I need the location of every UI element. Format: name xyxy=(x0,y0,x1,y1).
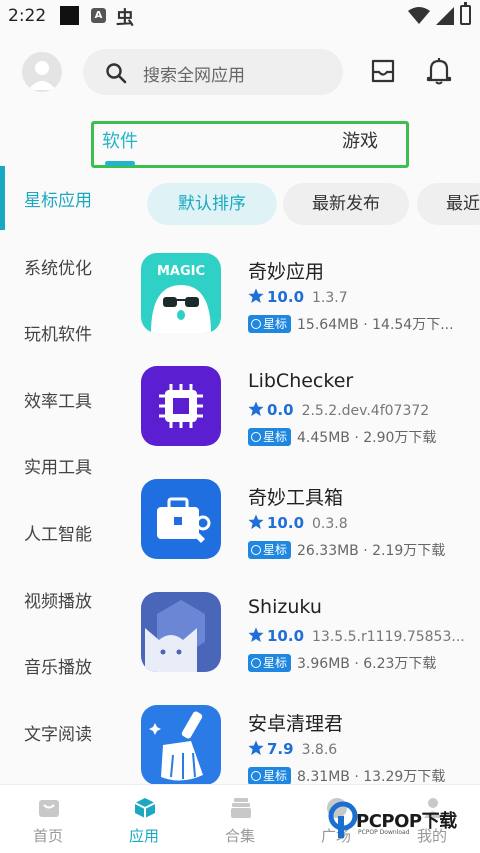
app-rating-row: 7.9 3.8.6 xyxy=(248,739,337,759)
signal-icon xyxy=(436,7,454,25)
star-icon xyxy=(248,514,264,529)
app-list-item[interactable]: 安卓清理君 7.9 3.8.6 星标 8.31MB · 13.29万下载 xyxy=(141,705,480,790)
magic-app-icon: MAGIC xyxy=(141,253,221,333)
user-avatar-icon xyxy=(28,61,56,90)
bell-icon[interactable] xyxy=(425,56,453,86)
badge-icon xyxy=(251,545,261,555)
tab-indicator xyxy=(105,161,135,166)
starred-badge: 星标 xyxy=(248,428,292,446)
inbox-icon[interactable] xyxy=(369,57,397,85)
starred-badge: 星标 xyxy=(248,315,292,333)
sidebar-item-reading[interactable]: 文字阅读 xyxy=(24,720,92,745)
app-list-item[interactable]: Shizuku 10.0 13.5.5.r1119.75853... 星标 3.96… xyxy=(141,592,480,677)
app-list-item[interactable]: LibChecker 0.0 2.5.2.dev.4f07372 星标 4.45MB… xyxy=(141,366,480,451)
sidebar-item-music[interactable]: 音乐播放 xyxy=(24,653,92,678)
app-size-downloads: 26.33MB · 2.19万下载 xyxy=(297,543,446,559)
sidebar-item-ai[interactable]: 人工智能 xyxy=(24,520,92,545)
sidebar-active-indicator xyxy=(0,166,5,230)
toolbox-app-icon xyxy=(141,479,221,559)
app-name: 奇妙应用 xyxy=(248,261,325,283)
app-name: LibChecker xyxy=(248,370,354,392)
app-version: 1.3.7 xyxy=(312,290,348,306)
badge-icon xyxy=(251,658,261,668)
badge-icon xyxy=(251,319,261,329)
sort-newest-chip[interactable]: 最新发布 xyxy=(283,183,409,225)
pcpop-logo-icon xyxy=(328,801,358,838)
watermark-subtext: PCPOP Download xyxy=(358,829,410,836)
notification-square-icon xyxy=(60,6,79,25)
star-icon xyxy=(248,627,264,642)
app-name: 奇妙工具箱 xyxy=(248,487,344,509)
app-meta-row: 星标 4.45MB · 2.90万下载 xyxy=(248,427,478,447)
magic-icon-text: MAGIC xyxy=(157,264,205,279)
tab-software[interactable]: 软件 xyxy=(102,127,138,153)
app-rating: 0.0 xyxy=(267,401,294,419)
starred-badge: 星标 xyxy=(248,767,292,785)
app-meta-row: 星标 15.64MB · 14.54万下... xyxy=(248,314,478,334)
app-rating: 10.0 xyxy=(267,288,305,306)
app-meta-row: 星标 26.33MB · 2.19万下载 xyxy=(248,540,478,560)
home-icon xyxy=(39,800,59,817)
sort-default-chip[interactable]: 默认排序 xyxy=(147,183,277,225)
nav-apps[interactable]: 应用 xyxy=(96,785,192,853)
app-rating: 10.0 xyxy=(267,514,305,532)
app-rating-row: 0.0 2.5.2.dev.4f07372 xyxy=(248,400,429,420)
shizuku-app-icon xyxy=(141,592,221,672)
sort-recent-chip[interactable]: 最近 xyxy=(417,183,480,225)
app-version: 3.8.6 xyxy=(301,742,338,758)
app-version: 13.5.5.r1119.75853... xyxy=(312,629,465,645)
sidebar-item-system-optimize[interactable]: 系统优化 xyxy=(24,254,92,279)
avatar[interactable] xyxy=(22,52,62,92)
sidebar-item-efficiency[interactable]: 效率工具 xyxy=(24,387,92,412)
app-rating: 7.9 xyxy=(267,740,294,758)
app-size-downloads: 15.64MB · 14.54万下... xyxy=(297,317,454,333)
status-bar: 2:22 A 虫 xyxy=(0,0,480,34)
status-time: 2:22 xyxy=(8,6,47,26)
notification-a-icon: A xyxy=(91,8,106,23)
search-placeholder: 搜索全网应用 xyxy=(143,66,245,86)
app-size-downloads: 3.96MB · 6.23万下载 xyxy=(297,656,437,672)
search-bar[interactable]: 搜索全网应用 xyxy=(83,49,343,95)
nav-label: 首页 xyxy=(32,827,63,845)
cleaner-app-icon xyxy=(141,705,221,785)
app-rating: 10.0 xyxy=(267,627,305,645)
nav-collections[interactable]: 合集 xyxy=(192,785,288,853)
star-icon xyxy=(248,288,264,303)
app-version: 2.5.2.dev.4f07372 xyxy=(301,403,430,419)
nav-label: 应用 xyxy=(128,827,159,845)
nav-home[interactable]: 首页 xyxy=(0,785,96,853)
sidebar-item-utilities[interactable]: 实用工具 xyxy=(24,453,92,478)
nav-label: 合集 xyxy=(224,827,255,845)
app-size-downloads: 8.31MB · 13.29万下载 xyxy=(297,769,446,785)
notification-bug-icon: 虫 xyxy=(116,8,134,29)
app-rating-row: 10.0 13.5.5.r1119.75853... xyxy=(248,626,465,646)
badge-icon xyxy=(251,432,261,442)
star-icon xyxy=(248,401,264,416)
badge-icon xyxy=(251,771,261,781)
collections-icon xyxy=(231,798,251,818)
battery-icon xyxy=(460,2,471,25)
chip-app-icon xyxy=(141,366,221,446)
app-name: Shizuku xyxy=(248,596,322,618)
search-icon xyxy=(106,63,127,84)
wifi-icon xyxy=(408,7,430,24)
app-name: 安卓清理君 xyxy=(248,713,344,735)
sidebar-item-video[interactable]: 视频播放 xyxy=(24,587,92,612)
app-list-item[interactable]: 奇妙工具箱 10.0 0.3.8 星标 26.33MB · 2.19万下载 xyxy=(141,479,480,564)
star-icon xyxy=(248,740,264,755)
app-meta-row: 星标 8.31MB · 13.29万下载 xyxy=(248,766,478,786)
starred-badge: 星标 xyxy=(248,541,292,559)
app-rating-row: 10.0 1.3.7 xyxy=(248,287,348,307)
app-version: 0.3.8 xyxy=(312,516,348,532)
sidebar-item-phone-tools[interactable]: 玩机软件 xyxy=(24,320,92,345)
sidebar-item-starred[interactable]: 星标应用 xyxy=(24,186,92,211)
app-rating-row: 10.0 0.3.8 xyxy=(248,513,348,533)
pcpop-watermark: PCPOP下载 PCPOP Download xyxy=(328,799,480,845)
app-list-item[interactable]: MAGIC 奇妙应用 10.0 1.3.7 星标 15.64MB · 14.54万下… xyxy=(141,253,480,338)
starred-badge: 星标 xyxy=(248,654,292,672)
apps-cube-icon xyxy=(134,798,156,818)
tab-games[interactable]: 游戏 xyxy=(342,127,378,153)
app-size-downloads: 4.45MB · 2.90万下载 xyxy=(297,430,437,446)
app-meta-row: 星标 3.96MB · 6.23万下载 xyxy=(248,653,478,673)
